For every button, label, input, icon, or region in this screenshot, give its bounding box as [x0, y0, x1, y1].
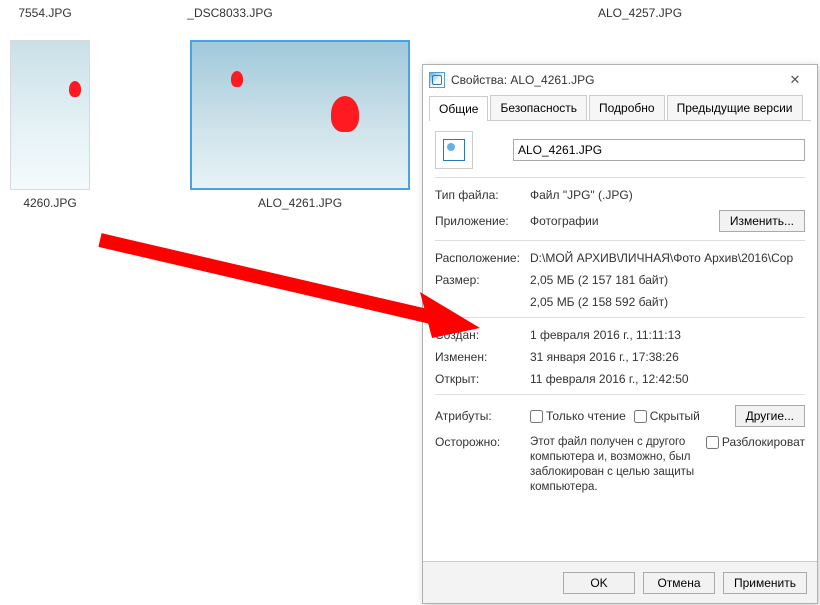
image-file-icon: [429, 72, 445, 88]
dialog-title: Свойства: ALO_4261.JPG: [451, 73, 779, 87]
value-created: 1 февраля 2016 г., 11:11:13: [530, 328, 805, 342]
other-button[interactable]: Другие...: [735, 405, 805, 427]
file-thumb[interactable]: 4260.JPG: [10, 40, 90, 210]
file-icon: [435, 131, 473, 169]
filename-input[interactable]: [513, 139, 805, 161]
checkbox-readonly[interactable]: Только чтение: [530, 409, 626, 423]
change-button[interactable]: Изменить...: [719, 210, 805, 232]
thumb-caption: ALO_4257.JPG: [598, 6, 682, 20]
thumb-caption: 4260.JPG: [23, 196, 76, 210]
tab-security[interactable]: Безопасность: [490, 95, 587, 120]
label-size: Размер:: [435, 273, 530, 287]
thumb-caption: _DSC8033.JPG: [187, 6, 272, 20]
value-size: 2,05 МБ (2 157 181 байт): [530, 273, 805, 287]
close-icon[interactable]: ✕: [779, 69, 811, 91]
checkbox-hidden[interactable]: Скрытый: [634, 409, 700, 423]
label-accessed: Открыт:: [435, 372, 530, 386]
value-ondisk: 2,05 МБ (2 158 592 байт): [530, 295, 805, 309]
value-filetype: Файл "JPG" (.JPG): [530, 188, 805, 202]
dialog-titlebar[interactable]: Свойства: ALO_4261.JPG ✕: [423, 65, 817, 95]
label-location: Расположение:: [435, 251, 530, 265]
label-app: Приложение:: [435, 214, 530, 228]
checkbox-unblock[interactable]: Разблокироват: [706, 435, 805, 449]
dialog-content: Тип файла: Файл "JPG" (.JPG) Приложение:…: [423, 121, 817, 561]
value-security: Этот файл получен с другого компьютера и…: [530, 435, 700, 495]
value-accessed: 11 февраля 2016 г., 12:42:50: [530, 372, 805, 386]
label-modified: Изменен:: [435, 350, 530, 364]
value-modified: 31 января 2016 г., 17:38:26: [530, 350, 805, 364]
label-attributes: Атрибуты:: [435, 409, 530, 423]
dialog-footer: OK Отмена Применить: [423, 561, 817, 603]
thumb-caption: 7554.JPG: [18, 6, 71, 20]
label-security: Осторожно:: [435, 435, 530, 449]
value-location: D:\МОЙ АРХИВ\ЛИЧНАЯ\Фото Архив\2016\Cop: [530, 251, 805, 265]
tab-details[interactable]: Подробно: [589, 95, 665, 120]
file-thumb-selected[interactable]: ALO_4261.JPG: [190, 40, 410, 210]
tab-general[interactable]: Общие: [429, 96, 488, 121]
value-app: Фотографии: [530, 214, 719, 228]
tab-previous[interactable]: Предыдущие версии: [667, 95, 803, 120]
label-created: Создан:: [435, 328, 530, 342]
properties-dialog: Свойства: ALO_4261.JPG ✕ Общие Безопасно…: [422, 64, 818, 604]
cancel-button[interactable]: Отмена: [643, 572, 715, 594]
ok-button[interactable]: OK: [563, 572, 635, 594]
tab-strip: Общие Безопасность Подробно Предыдущие в…: [429, 95, 811, 121]
label-filetype: Тип файла:: [435, 188, 530, 202]
thumb-caption: ALO_4261.JPG: [258, 196, 342, 210]
apply-button[interactable]: Применить: [723, 572, 807, 594]
